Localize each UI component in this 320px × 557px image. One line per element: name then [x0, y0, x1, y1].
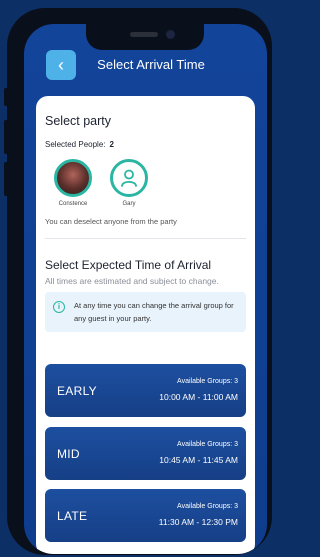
deselect-hint: You can deselect anyone from the party	[45, 217, 177, 226]
notch	[86, 24, 204, 50]
info-banner: i At any time you can change the arrival…	[45, 292, 246, 332]
front-camera	[166, 30, 175, 39]
arrival-group-mid[interactable]: MID Available Groups: 3 10:45 AM - 11:45…	[45, 427, 246, 480]
eta-heading: Select Expected Time of Arrival	[45, 258, 212, 272]
chevron-left-icon: ‹	[58, 55, 64, 75]
phone-frame: ‹ Select Arrival Time Select party Selec…	[4, 8, 272, 555]
volume-down-button	[4, 162, 8, 196]
party-heading: Select party	[45, 114, 112, 128]
mute-switch	[4, 88, 8, 106]
app-screen: ‹ Select Arrival Time Select party Selec…	[24, 24, 267, 554]
time-range: 10:45 AM - 11:45 AM	[159, 455, 238, 465]
info-icon: i	[53, 301, 65, 313]
selected-people: Selected People: 2	[45, 140, 246, 149]
back-button[interactable]: ‹	[46, 50, 76, 80]
arrival-group-early[interactable]: EARLY Available Groups: 3 10:00 AM - 11:…	[45, 364, 246, 417]
available-groups: Available Groups: 3	[177, 378, 238, 385]
group-label: MID	[57, 447, 80, 461]
party-member-name: Constence	[58, 201, 88, 207]
group-label: LATE	[57, 509, 88, 523]
arrival-group-late[interactable]: LATE Available Groups: 3 11:30 AM - 12:3…	[45, 489, 246, 542]
time-range: 11:30 AM - 12:30 PM	[158, 517, 238, 527]
party-members: Constence Gary	[45, 159, 246, 207]
available-groups: Available Groups: 3	[177, 441, 238, 448]
content-card: Select party Selected People: 2 Constence	[36, 96, 255, 554]
available-groups: Available Groups: 3	[177, 503, 238, 510]
divider	[45, 238, 246, 239]
volume-up-button	[4, 120, 8, 154]
avatar[interactable]	[110, 159, 148, 197]
avatar[interactable]	[54, 159, 92, 197]
time-range: 10:00 AM - 11:00 AM	[159, 392, 238, 402]
user-icon	[121, 169, 137, 187]
eta-subtitle: All times are estimated and subject to c…	[45, 276, 219, 286]
info-text: At any time you can change the arrival g…	[74, 301, 234, 323]
party-member-name: Gary	[122, 201, 136, 207]
party-member[interactable]: Gary	[101, 159, 157, 207]
party-member[interactable]: Constence	[45, 159, 101, 207]
group-label: EARLY	[57, 384, 97, 398]
page-title: Select Arrival Time	[97, 57, 205, 72]
selected-people-label: Selected People:	[45, 140, 106, 149]
selected-people-count: 2	[109, 140, 114, 149]
speaker	[130, 32, 158, 37]
